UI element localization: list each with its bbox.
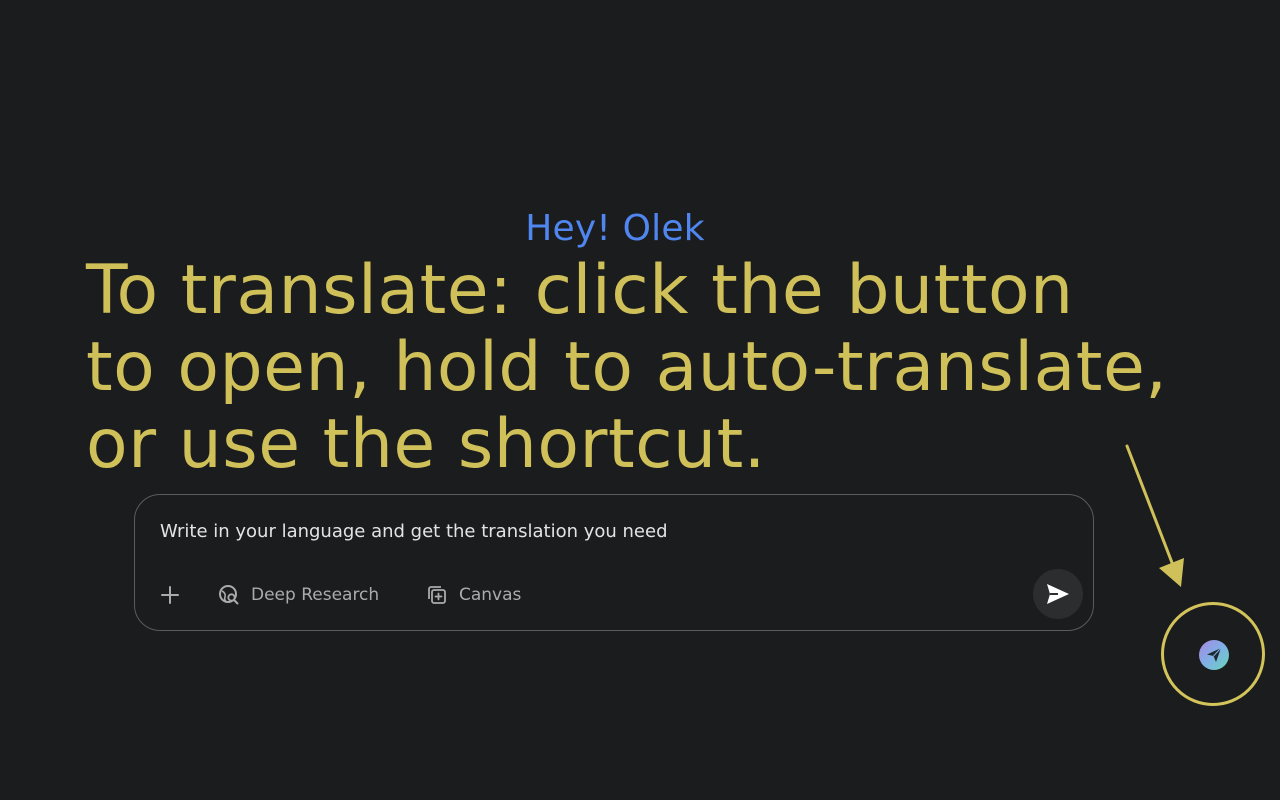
deep-research-button[interactable]: Deep Research [217, 579, 379, 611]
promo-line: or use the shortcut. [86, 405, 766, 484]
canvas-button[interactable]: Canvas [425, 579, 521, 611]
chat-composer: Write in your language and get the trans… [134, 494, 1094, 631]
deep-research-label: Deep Research [251, 585, 380, 605]
promo-overlay-text: To translate: click the button to open, … [86, 252, 1266, 483]
promo-line: To translate: click the button [86, 251, 1074, 330]
globe-search-icon [219, 585, 239, 605]
send-icon [1047, 584, 1069, 604]
prompt-input[interactable]: Write in your language and get the trans… [160, 519, 1020, 545]
send-button[interactable] [1033, 569, 1083, 619]
paper-plane-icon [1207, 647, 1222, 662]
translate-extension-button[interactable] [1199, 640, 1229, 670]
canvas-add-icon [428, 586, 446, 604]
plus-icon [161, 586, 179, 604]
canvas-label: Canvas [459, 585, 522, 605]
add-button[interactable] [159, 579, 181, 611]
promo-line: to open, hold to auto-translate, [86, 328, 1168, 407]
greeting-title: Hey! Olek [525, 208, 705, 249]
